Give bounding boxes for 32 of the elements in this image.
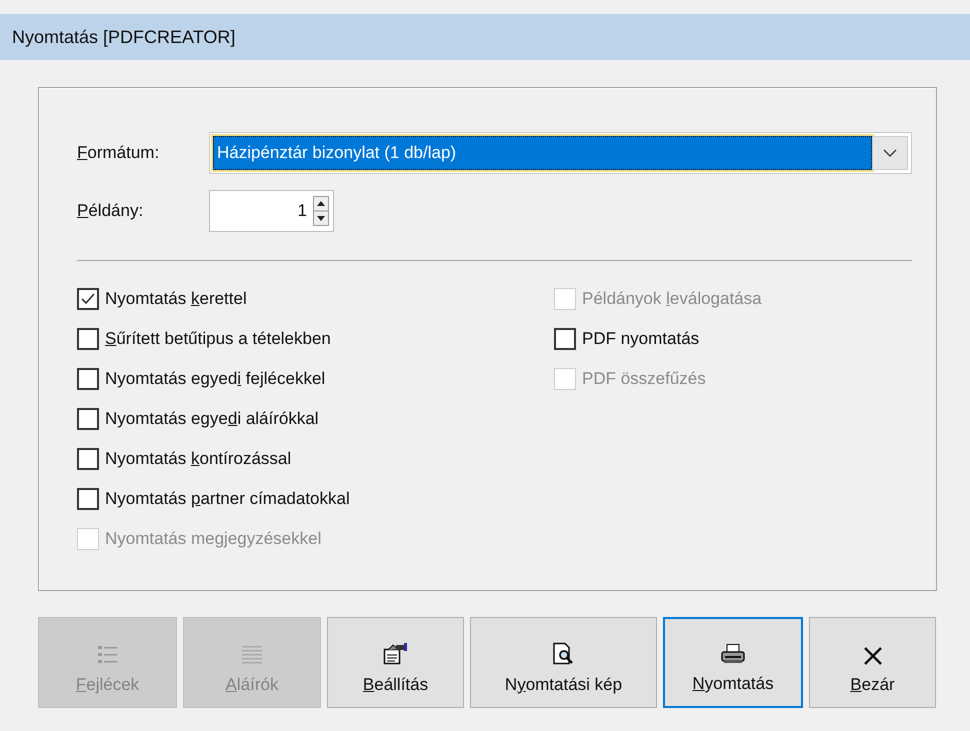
toolbar-button[interactable]: Nyomtatási kép xyxy=(470,617,657,708)
checkbox-label[interactable]: Sűrített betűtipus a tételekben xyxy=(105,326,331,352)
chevron-down-icon xyxy=(883,148,897,158)
copies-spinner[interactable]: 1 xyxy=(209,190,334,232)
format-label: Formátum: xyxy=(77,142,160,164)
spin-arrows-icon xyxy=(313,196,329,226)
window-title: Nyomtatás [PDFCREATOR] xyxy=(12,26,236,49)
checkmark-icon xyxy=(80,292,96,306)
checkbox[interactable] xyxy=(77,328,99,350)
toolbar-button[interactable]: Beállítás xyxy=(327,617,464,708)
checkbox-label[interactable]: PDF nyomtatás xyxy=(582,326,700,352)
format-dropdown[interactable]: Házipénztár bizonylat (1 db/lap) xyxy=(209,132,912,174)
checkbox[interactable] xyxy=(77,488,99,510)
copies-label: Példány: xyxy=(77,200,144,222)
close-icon xyxy=(862,646,882,666)
checkbox[interactable] xyxy=(77,288,99,310)
checkbox[interactable] xyxy=(77,408,99,430)
checkbox-label[interactable]: Nyomtatás partner címadatokkal xyxy=(105,486,350,512)
checkbox-label[interactable]: Nyomtatás kerettel xyxy=(105,286,247,312)
toolbar-button[interactable]: Bezár xyxy=(809,617,936,708)
checkbox-label[interactable]: Nyomtatás egyedi fejlécekkel xyxy=(105,366,326,392)
checkbox[interactable] xyxy=(77,448,99,470)
checkbox-label[interactable]: Nyomtatás kontírozással xyxy=(105,446,292,472)
printer-icon xyxy=(720,642,746,664)
list-icon xyxy=(96,644,118,666)
checkbox-label[interactable]: Nyomtatás egyedi aláírókkal xyxy=(105,406,319,432)
toolbar-button[interactable]: Nyomtatás xyxy=(663,617,803,708)
lines-icon xyxy=(241,644,263,666)
clipboard-icon xyxy=(382,642,408,666)
magnifier-page-icon xyxy=(552,642,576,666)
checkbox[interactable] xyxy=(554,328,576,350)
checkbox[interactable] xyxy=(77,368,99,390)
